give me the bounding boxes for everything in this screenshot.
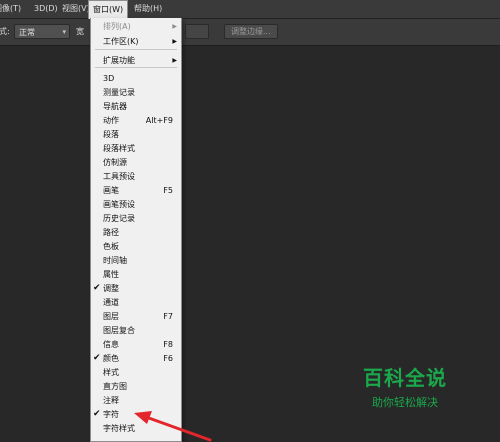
menu-item-label: 历史记录: [103, 214, 135, 223]
menu-item[interactable]: 图层复合: [91, 324, 181, 337]
menu-item[interactable]: 3D: [91, 72, 181, 85]
window-menu-dropdown: 排列(A) ▶ 工作区(K) ▶ 扩展功能 ▶ 3D 测量记录导航器动作 Alt+F9 段落段落样…: [90, 18, 182, 442]
menu-item-label: 直方图: [103, 382, 127, 391]
menu-item-label: 扩展功能: [103, 56, 135, 65]
menu-item-label: 仿制源: [103, 158, 127, 167]
menu-item-label: 信息: [103, 340, 119, 349]
options-bar: 式: 正常 ▾ 宽 调整边缘...: [0, 19, 500, 46]
menu-item-label: 时间轴: [103, 256, 127, 265]
style-value: 正常: [19, 28, 35, 37]
menu-item-shortcut: F6: [163, 354, 173, 363]
dropdown-arrow-icon: ▾: [62, 28, 66, 36]
menu-item-label: 导航器: [103, 102, 127, 111]
style-label: 式:: [0, 27, 10, 36]
menu-item[interactable]: 路径: [91, 226, 181, 239]
menu-item-label: 排列(A): [103, 22, 131, 31]
menu-item[interactable]: 图层 F7: [91, 310, 181, 323]
menu-item-label: 3D: [103, 74, 115, 83]
menu-separator: [95, 49, 177, 50]
menu-item[interactable]: 直方图: [91, 380, 181, 393]
submenu-arrow-icon: ▶: [172, 57, 177, 64]
watermark-title: 百科全说: [363, 366, 447, 390]
menu-3d[interactable]: 3D(D): [30, 0, 62, 18]
menu-item[interactable]: 段落: [91, 128, 181, 141]
menu-separator: [95, 67, 177, 68]
menu-item-label: 段落样式: [103, 144, 135, 153]
checkmark-icon: ✔: [93, 353, 101, 363]
menu-item-label: 字符: [103, 410, 119, 419]
watermark-logo: 百科全说 助你轻松解决: [345, 358, 465, 416]
menu-item-shortcut: F7: [163, 312, 173, 321]
menu-item-label: 颜色: [103, 354, 119, 363]
checkmark-icon: ✔: [93, 409, 101, 419]
menu-item[interactable]: 工作区(K) ▶: [91, 35, 181, 48]
style-select[interactable]: 正常 ▾: [14, 24, 70, 39]
menu-window[interactable]: 窗口(W): [88, 0, 129, 19]
menu-item-label: 路径: [103, 228, 119, 237]
menu-image[interactable]: 图像(T): [0, 0, 25, 18]
menu-item[interactable]: 扩展功能 ▶: [91, 54, 181, 67]
menu-item-label: 通道: [103, 298, 119, 307]
menu-item-label: 段落: [103, 130, 119, 139]
menu-item[interactable]: 测量记录: [91, 86, 181, 99]
menu-item[interactable]: 工具预设: [91, 170, 181, 183]
submenu-arrow-icon: ▶: [172, 23, 177, 30]
menu-item[interactable]: 画笔预设: [91, 198, 181, 211]
menu-help[interactable]: 帮助(H): [130, 0, 166, 18]
menu-item-shortcut: F5: [163, 186, 173, 195]
menu-item-shortcut: Alt+F9: [145, 116, 173, 125]
menu-item-label: 动作: [103, 116, 119, 125]
menu-item[interactable]: 动作 Alt+F9: [91, 114, 181, 127]
menu-item-shortcut: F8: [163, 340, 173, 349]
menu-item-label: 图层: [103, 312, 119, 321]
menu-item[interactable]: 样式: [91, 366, 181, 379]
menu-item[interactable]: 属性: [91, 268, 181, 281]
menu-item-label: 属性: [103, 270, 119, 279]
menu-bar: 图像(T) 3D(D) 视图(V) 窗口(W) 帮助(H): [0, 0, 500, 19]
menu-item[interactable]: 画笔 F5: [91, 184, 181, 197]
menu-item[interactable]: 仿制源: [91, 156, 181, 169]
refine-edge-button[interactable]: 调整边缘...: [224, 24, 278, 39]
menu-item-label: 工作区(K): [103, 37, 139, 46]
menu-item-label: 调整: [103, 284, 119, 293]
menu-item-label: 工具预设: [103, 172, 135, 181]
width-label: 宽: [76, 27, 84, 36]
menu-item-label: 色板: [103, 242, 119, 251]
menu-item[interactable]: 通道: [91, 296, 181, 309]
menu-item[interactable]: 时间轴: [91, 254, 181, 267]
menu-item[interactable]: 排列(A) ▶: [91, 20, 181, 33]
submenu-arrow-icon: ▶: [172, 38, 177, 45]
menu-item-label: 样式: [103, 368, 119, 377]
menu-item-label: 测量记录: [103, 88, 135, 97]
watermark-subtitle: 助你轻松解决: [372, 396, 438, 409]
menu-item-label: 图层复合: [103, 326, 135, 335]
menu-item[interactable]: 段落样式: [91, 142, 181, 155]
menu-item-label: 注释: [103, 396, 119, 405]
checkmark-icon: ✔: [93, 283, 101, 293]
menu-item[interactable]: ✔ 颜色 F6: [91, 352, 181, 365]
menu-item[interactable]: 导航器: [91, 100, 181, 113]
menu-item-label: 画笔预设: [103, 200, 135, 209]
menu-item-label: 画笔: [103, 186, 119, 195]
height-field[interactable]: [185, 24, 209, 39]
menu-item[interactable]: 色板: [91, 240, 181, 253]
menu-item[interactable]: 信息 F8: [91, 338, 181, 351]
menu-item[interactable]: 历史记录: [91, 212, 181, 225]
arrow-annotation-icon: [134, 411, 212, 442]
menu-item[interactable]: ✔ 调整: [91, 282, 181, 295]
